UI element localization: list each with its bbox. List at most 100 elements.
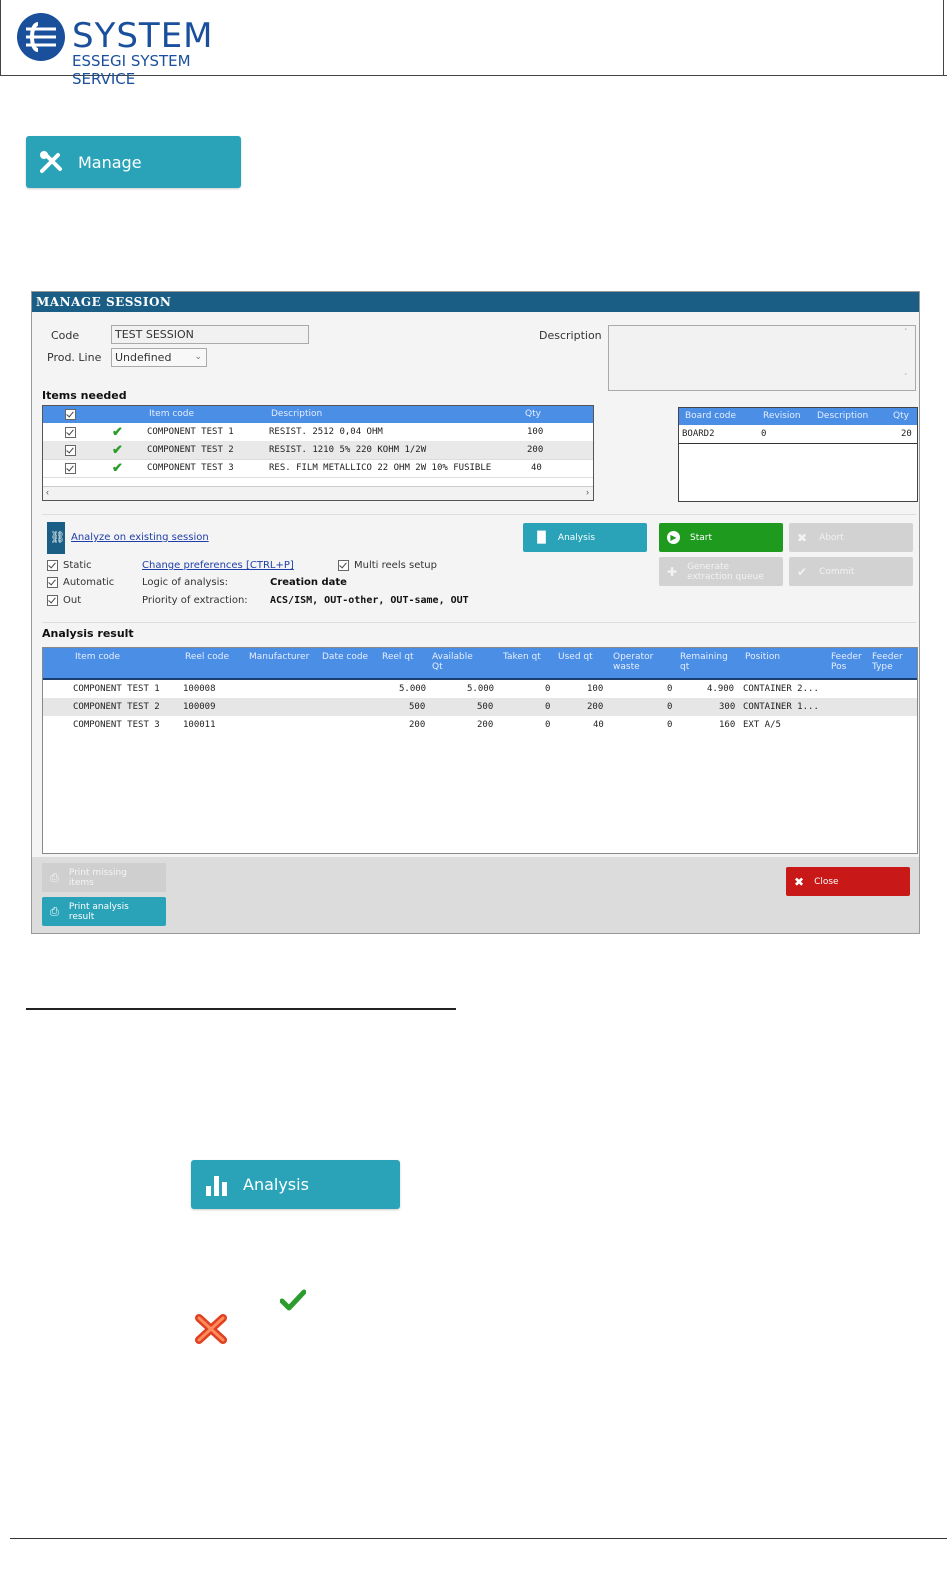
result-reel-code: 100008 — [183, 684, 216, 694]
result-remaining-qt: 4.900 — [707, 684, 735, 694]
item-description: RESIST. 1210 5% 220 KOHM 1/2W — [269, 445, 427, 455]
col-taken-qt: Taken qt — [503, 652, 541, 662]
error-x-icon — [194, 1314, 228, 1344]
analyze-existing-session-link[interactable]: Analyze on existing session — [71, 532, 209, 543]
board-code: BOARD2 — [682, 429, 715, 439]
result-taken-qt: 0 — [545, 684, 551, 694]
multi-reels-label: Multi reels setup — [354, 560, 437, 571]
table-row[interactable]: BOARD2 0 20 — [679, 425, 917, 444]
logo-mark — [16, 12, 66, 62]
close-icon: ✖ — [794, 874, 805, 889]
commit-button[interactable]: ✔ Commit — [789, 557, 913, 586]
description-field[interactable]: ˄ ˅ — [608, 325, 916, 391]
plus-icon: ✚ — [667, 564, 678, 579]
horizontal-scrollbar[interactable]: ‹ › — [43, 486, 593, 500]
result-operator-waste: 0 — [667, 684, 673, 694]
prod-line-value: Undefined — [115, 351, 172, 364]
col-qty: Qty — [525, 409, 541, 419]
generate-extraction-queue-button[interactable]: ✚ Generate extraction queue — [659, 557, 783, 586]
item-qty: 200 — [527, 445, 544, 455]
close-icon: ✖ — [797, 530, 808, 545]
code-field[interactable]: TEST SESSION — [111, 325, 309, 344]
col-feeder-pos: Feeder Pos — [831, 652, 862, 672]
col-date-code: Date code — [322, 652, 369, 662]
item-description: RES. FILM METALLICO 22 OHM 2W 10% FUSIBL… — [269, 463, 492, 473]
result-item-code: COMPONENT TEST 3 — [73, 720, 160, 730]
table-row[interactable]: COMPONENT TEST 1 100008 5.000 5.000 0 10… — [43, 680, 917, 698]
items-table-header: Item code Description Qty — [43, 406, 593, 423]
result-available-qt: 5.000 — [467, 684, 495, 694]
printer-icon: ⎙ — [50, 904, 59, 918]
col-board-description: Description — [817, 411, 869, 421]
analysis-button[interactable]: Analysis — [191, 1160, 400, 1209]
result-position: CONTAINER 1... — [743, 702, 819, 712]
manage-button[interactable]: Manage — [26, 136, 241, 188]
analysis-button-small[interactable]: ▐▌ Analysis — [523, 523, 647, 552]
row-checkbox[interactable] — [65, 463, 76, 474]
start-button[interactable]: ▶ Start — [659, 523, 783, 552]
multi-reels-checkbox[interactable] — [338, 560, 349, 571]
company-logo: SYSTEM ESSEGI SYSTEM SERVICE — [16, 12, 246, 88]
description-scrollbar[interactable]: ˄ ˅ — [904, 328, 913, 388]
result-operator-waste: 0 — [667, 702, 673, 712]
select-all-checkbox[interactable] — [65, 409, 76, 420]
col-position: Position — [745, 652, 781, 662]
item-code: COMPONENT TEST 2 — [147, 445, 234, 455]
description-label: Description — [539, 329, 602, 342]
result-used-qt: 40 — [593, 720, 604, 730]
window-title: MANAGE SESSION — [36, 295, 172, 309]
logic-of-analysis-label: Logic of analysis: — [142, 577, 228, 588]
result-taken-qt: 0 — [545, 702, 551, 712]
generate-queue-label: Generate extraction queue — [687, 561, 764, 582]
item-code: COMPONENT TEST 3 — [147, 463, 234, 473]
status-ok-icon: ✔ — [112, 442, 123, 457]
table-row[interactable]: ✔ COMPONENT TEST 3 RES. FILM METALLICO 2… — [43, 459, 593, 478]
status-ok-icon: ✔ — [112, 460, 123, 475]
result-remaining-qt: 160 — [719, 720, 736, 730]
prod-line-select[interactable]: Undefined ⌄ — [111, 348, 207, 367]
abort-button[interactable]: ✖ Abort — [789, 523, 913, 552]
result-available-qt: 500 — [477, 702, 494, 712]
static-checkbox[interactable] — [47, 560, 58, 571]
header-border-left — [0, 0, 1, 76]
board-table-header: Board code Revision Description Qty — [679, 408, 917, 425]
item-qty: 100 — [527, 427, 544, 437]
col-used-qt: Used qt — [558, 652, 593, 662]
close-button-label: Close — [814, 876, 839, 887]
item-qty: 40 — [531, 463, 542, 473]
link-icon-box[interactable]: ⛓ — [47, 522, 65, 554]
print-analysis-result-button[interactable]: ⎙ Print analysis result — [42, 897, 166, 926]
abort-button-label: Abort — [819, 532, 844, 543]
result-reel-code: 100009 — [183, 702, 216, 712]
print-missing-items-button[interactable]: ⎙ Print missing items — [42, 863, 166, 892]
logo-wordmark: SYSTEM — [72, 16, 214, 56]
row-checkbox[interactable] — [65, 427, 76, 438]
col-reel-code: Reel code — [185, 652, 229, 662]
table-row[interactable]: COMPONENT TEST 3 100011 200 200 0 40 0 1… — [43, 716, 917, 734]
table-row[interactable]: ✔ COMPONENT TEST 1 RESIST. 2512 0,04 OHM… — [43, 423, 593, 442]
prod-line-label: Prod. Line — [47, 351, 102, 364]
manage-button-label: Manage — [78, 152, 142, 172]
divider — [42, 514, 916, 515]
result-reel-code: 100011 — [183, 720, 216, 730]
scroll-right-icon[interactable]: › — [586, 487, 589, 497]
item-description: RESIST. 2512 0,04 OHM — [269, 427, 383, 437]
commit-button-label: Commit — [819, 566, 855, 577]
row-checkbox[interactable] — [65, 445, 76, 456]
table-row[interactable]: COMPONENT TEST 2 100009 500 500 0 200 0 … — [43, 698, 917, 716]
table-row[interactable]: ✔ COMPONENT TEST 2 RESIST. 1210 5% 220 K… — [43, 441, 593, 460]
result-available-qt: 200 — [477, 720, 494, 730]
result-reel-qt: 500 — [409, 702, 426, 712]
result-used-qt: 200 — [587, 702, 604, 712]
play-icon: ▶ — [667, 531, 680, 544]
scroll-left-icon[interactable]: ‹ — [46, 487, 49, 497]
check-icon — [279, 1288, 307, 1312]
result-table-header: Item code Reel code Manufacturer Date co… — [43, 648, 917, 680]
change-preferences-link[interactable]: Change preferences [CTRL+P] — [142, 560, 294, 571]
automatic-checkbox[interactable] — [47, 577, 58, 588]
start-button-label: Start — [690, 532, 712, 543]
close-button[interactable]: ✖ Close — [786, 867, 910, 896]
header-border-right — [943, 0, 944, 76]
link-icon: ⛓ — [50, 530, 66, 544]
out-checkbox[interactable] — [47, 595, 58, 606]
